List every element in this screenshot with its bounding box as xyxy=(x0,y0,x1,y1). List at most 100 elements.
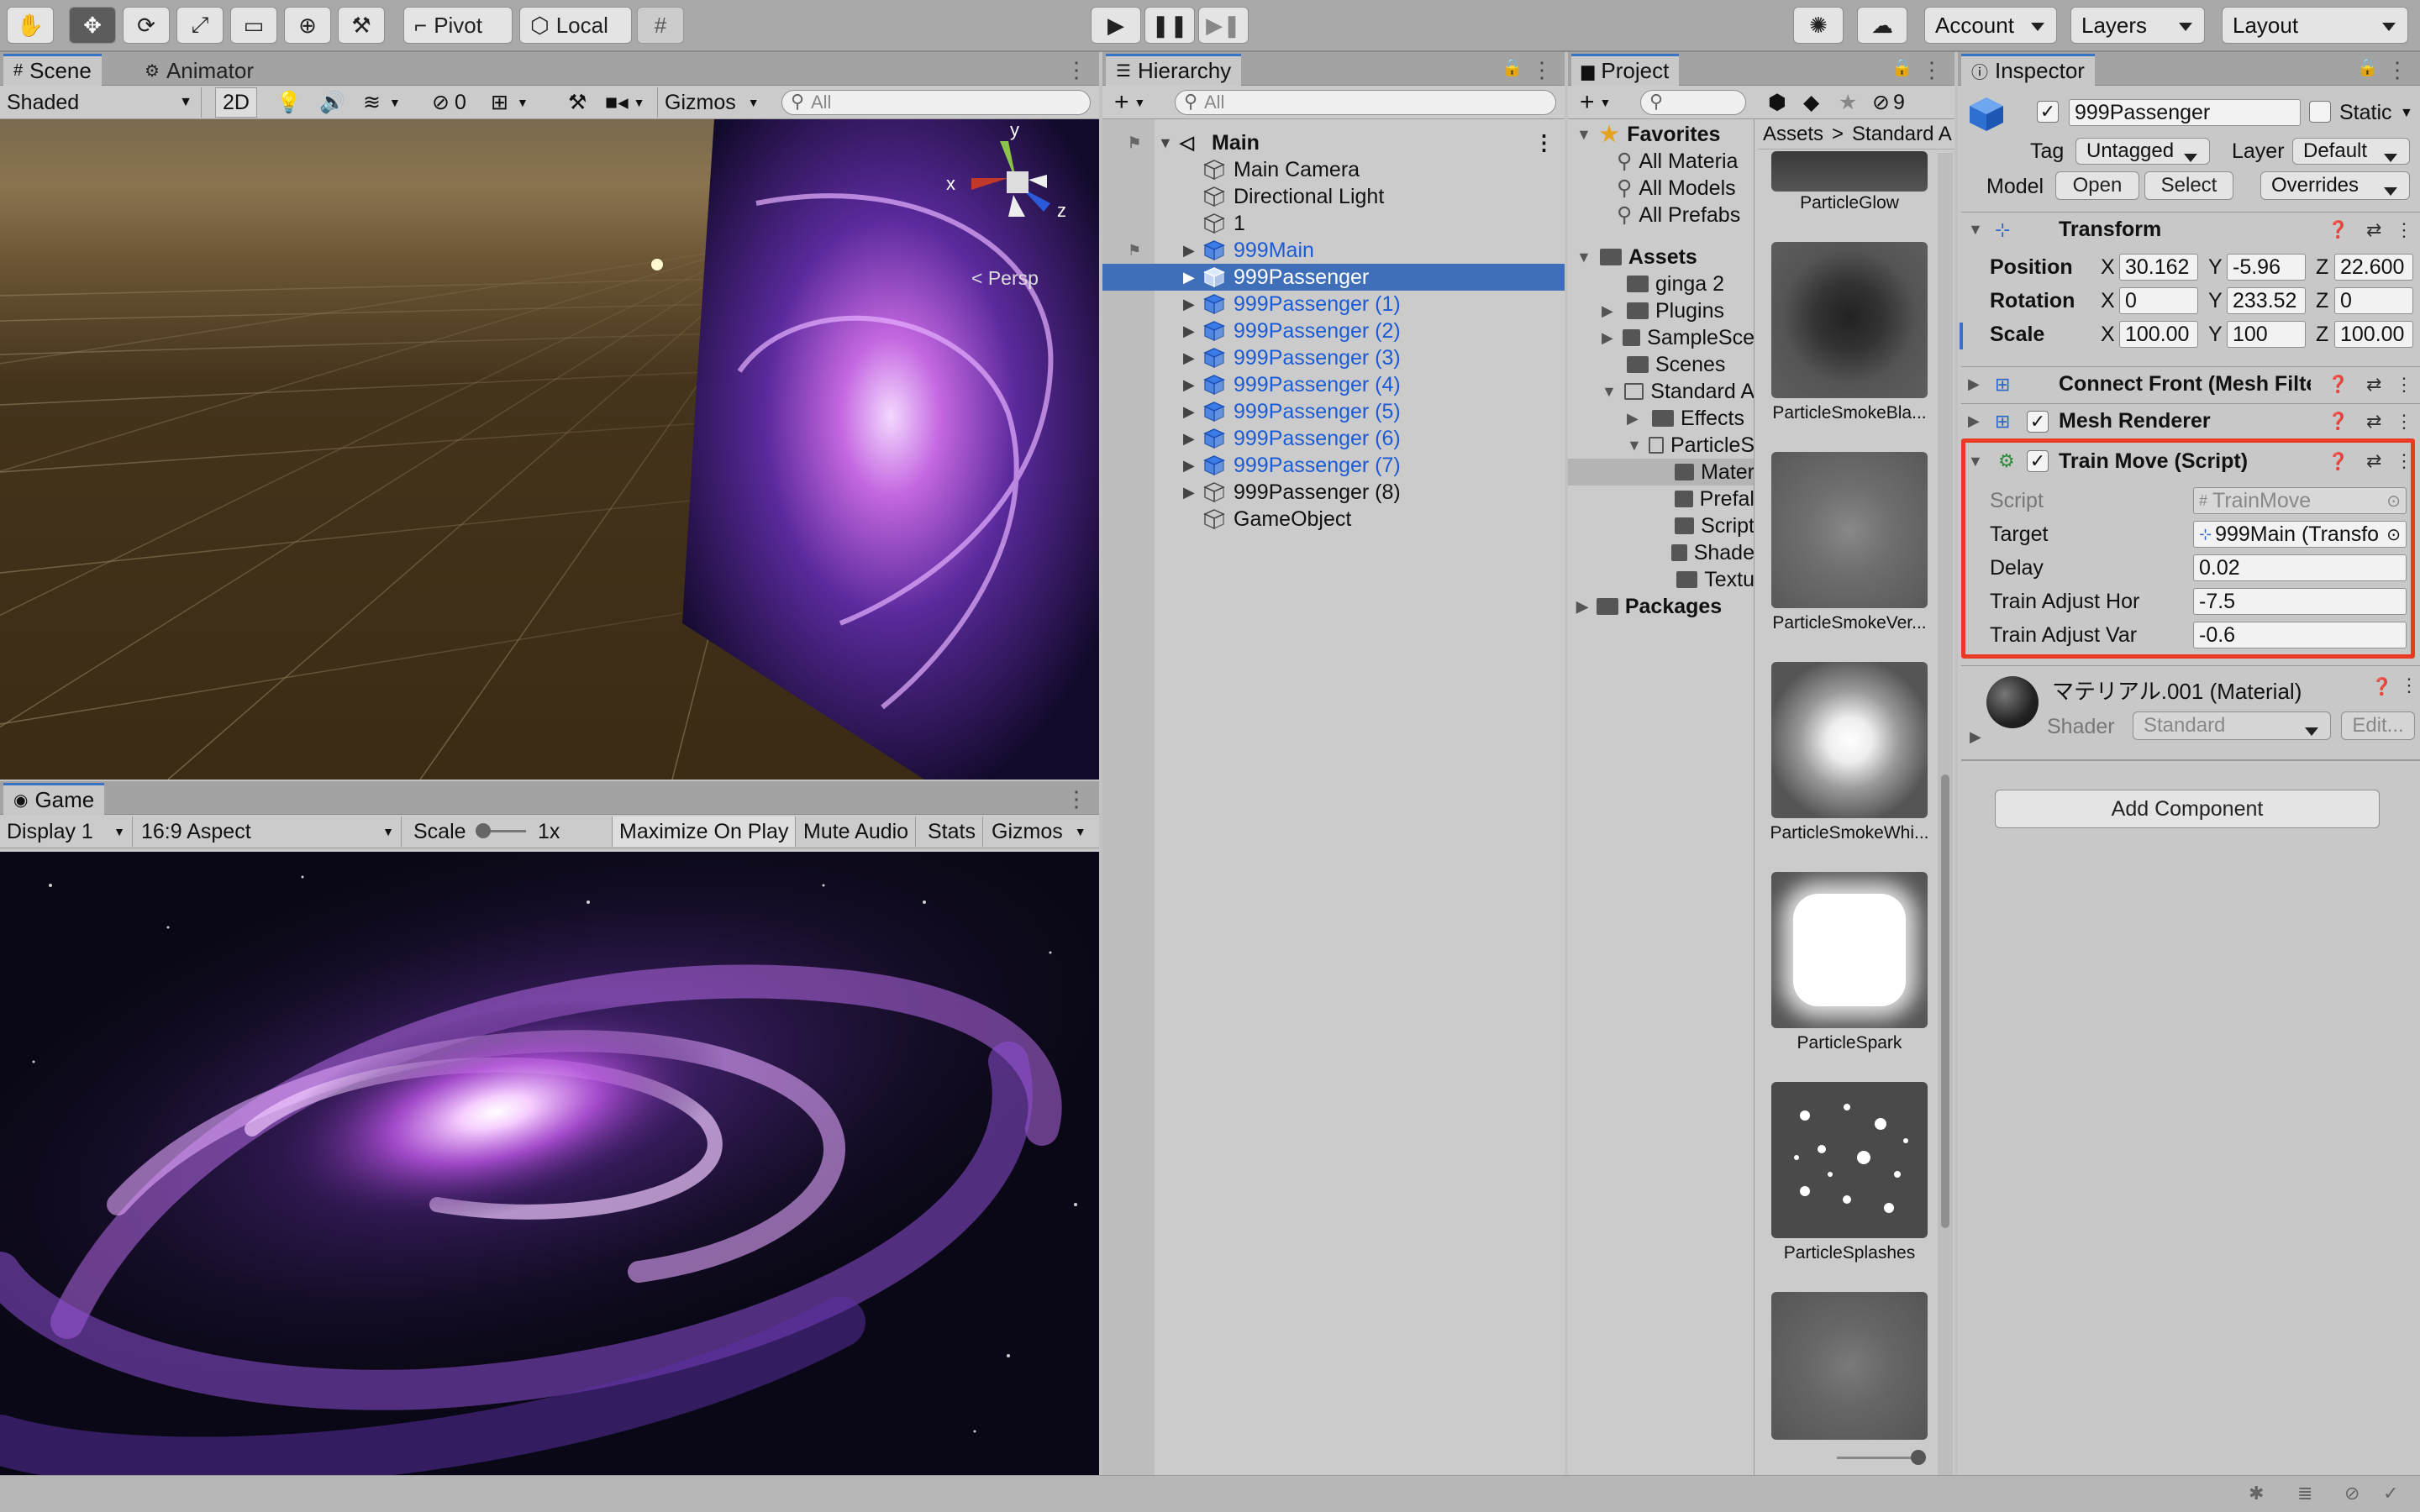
static-checkbox[interactable]: ✓ xyxy=(2309,101,2331,123)
help-icon[interactable]: ❓ xyxy=(2328,451,2349,472)
component-menu-icon[interactable]: ⋮ xyxy=(2400,675,2418,696)
scene-viewport[interactable]: y x z < Persp xyxy=(0,119,1099,780)
hierarchy-row[interactable]: ▶ 999Passenger xyxy=(1102,264,1565,291)
overrides-dropdown[interactable]: Overrides xyxy=(2260,171,2410,200)
layer-dropdown[interactable]: Default xyxy=(2292,138,2410,165)
game-gizmos-dropdown[interactable]: Gizmos ▼ xyxy=(985,816,1093,847)
bug-icon[interactable]: ✱ xyxy=(2249,1483,2264,1504)
hand-tool-button[interactable]: ✋ xyxy=(7,7,54,44)
folder-tree-item[interactable]: Prefal xyxy=(1568,486,1754,512)
lighting-toggle[interactable]: 💡 xyxy=(269,87,308,118)
expand-arrow-icon[interactable]: ▶ xyxy=(1183,296,1195,313)
asset-thumb-smoke-white[interactable] xyxy=(1771,662,1928,818)
help-icon[interactable]: ❓ xyxy=(2328,411,2349,432)
axis-z-label[interactable]: Z xyxy=(2316,289,2328,313)
hierarchy-row[interactable]: ▶ 999Passenger (4) xyxy=(1102,371,1565,398)
axis-y-label[interactable]: Y xyxy=(2208,289,2223,313)
axis-x-label[interactable]: X xyxy=(2101,289,2115,313)
axis-z-label[interactable]: Z xyxy=(2316,255,2328,280)
search-by-type-button[interactable]: ⬢ xyxy=(1761,87,1793,118)
scene-root-row[interactable]: ⚑ ▼ ◁ Main ⋮ xyxy=(1102,129,1565,156)
mesh-renderer-header[interactable]: ▶ ⊞ ✓ Mesh Renderer ❓ ⇄ ⋮ xyxy=(1961,403,2420,438)
expand-arrow-icon[interactable]: ▶ xyxy=(1183,484,1195,501)
move-tool-button[interactable]: ✥ xyxy=(69,7,116,44)
axis-z-label[interactable]: Z xyxy=(2316,323,2328,347)
expand-arrow-icon[interactable]: ▶ xyxy=(1602,302,1620,320)
orientation-gizmo[interactable]: y x z xyxy=(941,124,1092,259)
collab-button[interactable]: ✺ xyxy=(1793,7,1844,44)
favorites-item[interactable]: ⚲ All Models xyxy=(1568,175,1754,202)
rotate-tool-button[interactable]: ⟳ xyxy=(123,7,170,44)
train-adjust-var-field[interactable]: -0.6 xyxy=(2193,622,2407,648)
project-search-input[interactable] xyxy=(1640,90,1746,115)
rect-tool-button[interactable]: ▭ xyxy=(230,7,277,44)
project-create-dropdown[interactable]: + ▼ xyxy=(1573,87,1618,118)
folder-tree-item[interactable]: Mater xyxy=(1568,459,1754,486)
presets-icon[interactable]: ⇄ xyxy=(2366,450,2381,472)
add-component-button[interactable]: Add Component xyxy=(1995,790,2380,828)
train-adjust-hor-field[interactable]: -7.5 xyxy=(2193,588,2407,615)
gizmos-dropdown[interactable]: Gizmos ▼ xyxy=(657,87,766,118)
hierarchy-row[interactable]: ▶ 999Passenger (3) xyxy=(1102,344,1565,371)
aspect-dropdown[interactable]: 16:9 Aspect ▼ xyxy=(134,816,402,847)
help-icon[interactable]: ❓ xyxy=(2371,676,2392,697)
layout-dropdown[interactable]: Layout xyxy=(2222,7,2408,44)
expand-arrow-icon[interactable]: ▼ xyxy=(1576,249,1591,266)
hierarchy-search-input[interactable]: All xyxy=(1175,90,1556,115)
inspector-menu-icon[interactable]: ⋮ xyxy=(2386,57,2408,83)
scene-tools-button[interactable]: ⚒ xyxy=(561,87,593,118)
hierarchy-menu-icon[interactable]: ⋮ xyxy=(1531,57,1553,83)
train-move-header[interactable]: ▼ ⚙ ✓ Train Move (Script) ❓ ⇄ ⋮ xyxy=(1961,444,2420,479)
project-menu-icon[interactable]: ⋮ xyxy=(1921,57,1943,83)
camera-dropdown[interactable]: ■◂ ▼ xyxy=(598,87,652,118)
expand-arrow-icon[interactable]: ▼ xyxy=(1627,437,1642,454)
scene-menu-icon[interactable]: ⋮ xyxy=(1065,57,1087,83)
expand-arrow-icon[interactable]: ▶ xyxy=(1968,412,1980,430)
breadcrumb-assets[interactable]: Assets xyxy=(1763,123,1823,146)
expand-arrow-icon[interactable]: ▶ xyxy=(1183,269,1195,286)
open-model-button[interactable]: Open xyxy=(2055,171,2139,200)
asset-thumb-smoke-vertical[interactable] xyxy=(1771,452,1928,608)
lock-icon[interactable]: 🔒 xyxy=(1891,57,1912,78)
hierarchy-row[interactable]: 1 xyxy=(1102,210,1565,237)
expand-arrow-icon[interactable]: ▶ xyxy=(1183,349,1195,367)
folder-tree-item[interactable]: ▼ Standard A xyxy=(1568,378,1754,405)
game-menu-icon[interactable]: ⋮ xyxy=(1065,786,1087,812)
cloud-button[interactable]: ☁ xyxy=(1857,7,1907,44)
assets-row[interactable]: ▼ Assets xyxy=(1568,244,1754,270)
object-name-field[interactable]: 999Passenger xyxy=(2069,99,2301,126)
check-circle-icon[interactable]: ✓ xyxy=(2383,1483,2398,1504)
hierarchy-row[interactable]: ▶ 999Passenger (1) xyxy=(1102,291,1565,318)
component-menu-icon[interactable]: ⋮ xyxy=(2395,411,2413,433)
mesh-renderer-checkbox[interactable]: ✓ xyxy=(2027,411,2049,433)
expand-arrow-icon[interactable]: ▼ xyxy=(1602,383,1618,401)
scale-tool-button[interactable]: ⤢ xyxy=(176,7,224,44)
folder-tree-item[interactable]: Textu xyxy=(1568,566,1754,593)
folder-tree-item[interactable]: ginga 2 xyxy=(1568,270,1754,297)
folder-tree-item[interactable]: ▼ ParticleS xyxy=(1568,432,1754,459)
scene-root-menu-icon[interactable]: ⋮ xyxy=(1534,130,1555,155)
asset-thumb-smoke-black[interactable] xyxy=(1771,242,1928,398)
folder-tree-item[interactable]: ▶ Plugins xyxy=(1568,297,1754,324)
account-dropdown[interactable]: Account xyxy=(1924,7,2057,44)
transform-position-z-field[interactable]: 22.600 xyxy=(2334,254,2413,281)
asset-thumb-spark[interactable] xyxy=(1771,872,1928,1028)
stats-toggle[interactable]: Stats xyxy=(921,816,983,847)
shader-dropdown[interactable]: Standard xyxy=(2133,711,2331,740)
expand-arrow-icon[interactable]: ▶ xyxy=(1183,430,1195,448)
expand-arrow-icon[interactable]: ▶ xyxy=(1183,376,1195,394)
stack-icon[interactable]: ≣ xyxy=(2297,1483,2312,1504)
delay-field[interactable]: 0.02 xyxy=(2193,554,2407,581)
transform-scale-z-field[interactable]: 100.00 xyxy=(2334,321,2413,348)
grid-snap-button[interactable]: # xyxy=(637,7,684,44)
component-menu-icon[interactable]: ⋮ xyxy=(2395,450,2413,472)
grid-toggle[interactable]: ⊞ ▼ xyxy=(484,87,535,118)
thumbnail-size-slider[interactable] xyxy=(1837,1457,1921,1459)
scene-search-input[interactable]: All xyxy=(781,90,1091,115)
transform-rotation-x-field[interactable]: 0 xyxy=(2119,287,2198,314)
pause-button[interactable]: ❚❚ xyxy=(1144,7,1195,44)
game-viewport[interactable] xyxy=(0,852,1099,1475)
presets-icon[interactable]: ⇄ xyxy=(2366,374,2381,396)
no-entry-icon[interactable]: ⊘ xyxy=(2344,1483,2360,1504)
create-dropdown[interactable]: + ▼ xyxy=(1107,87,1152,118)
